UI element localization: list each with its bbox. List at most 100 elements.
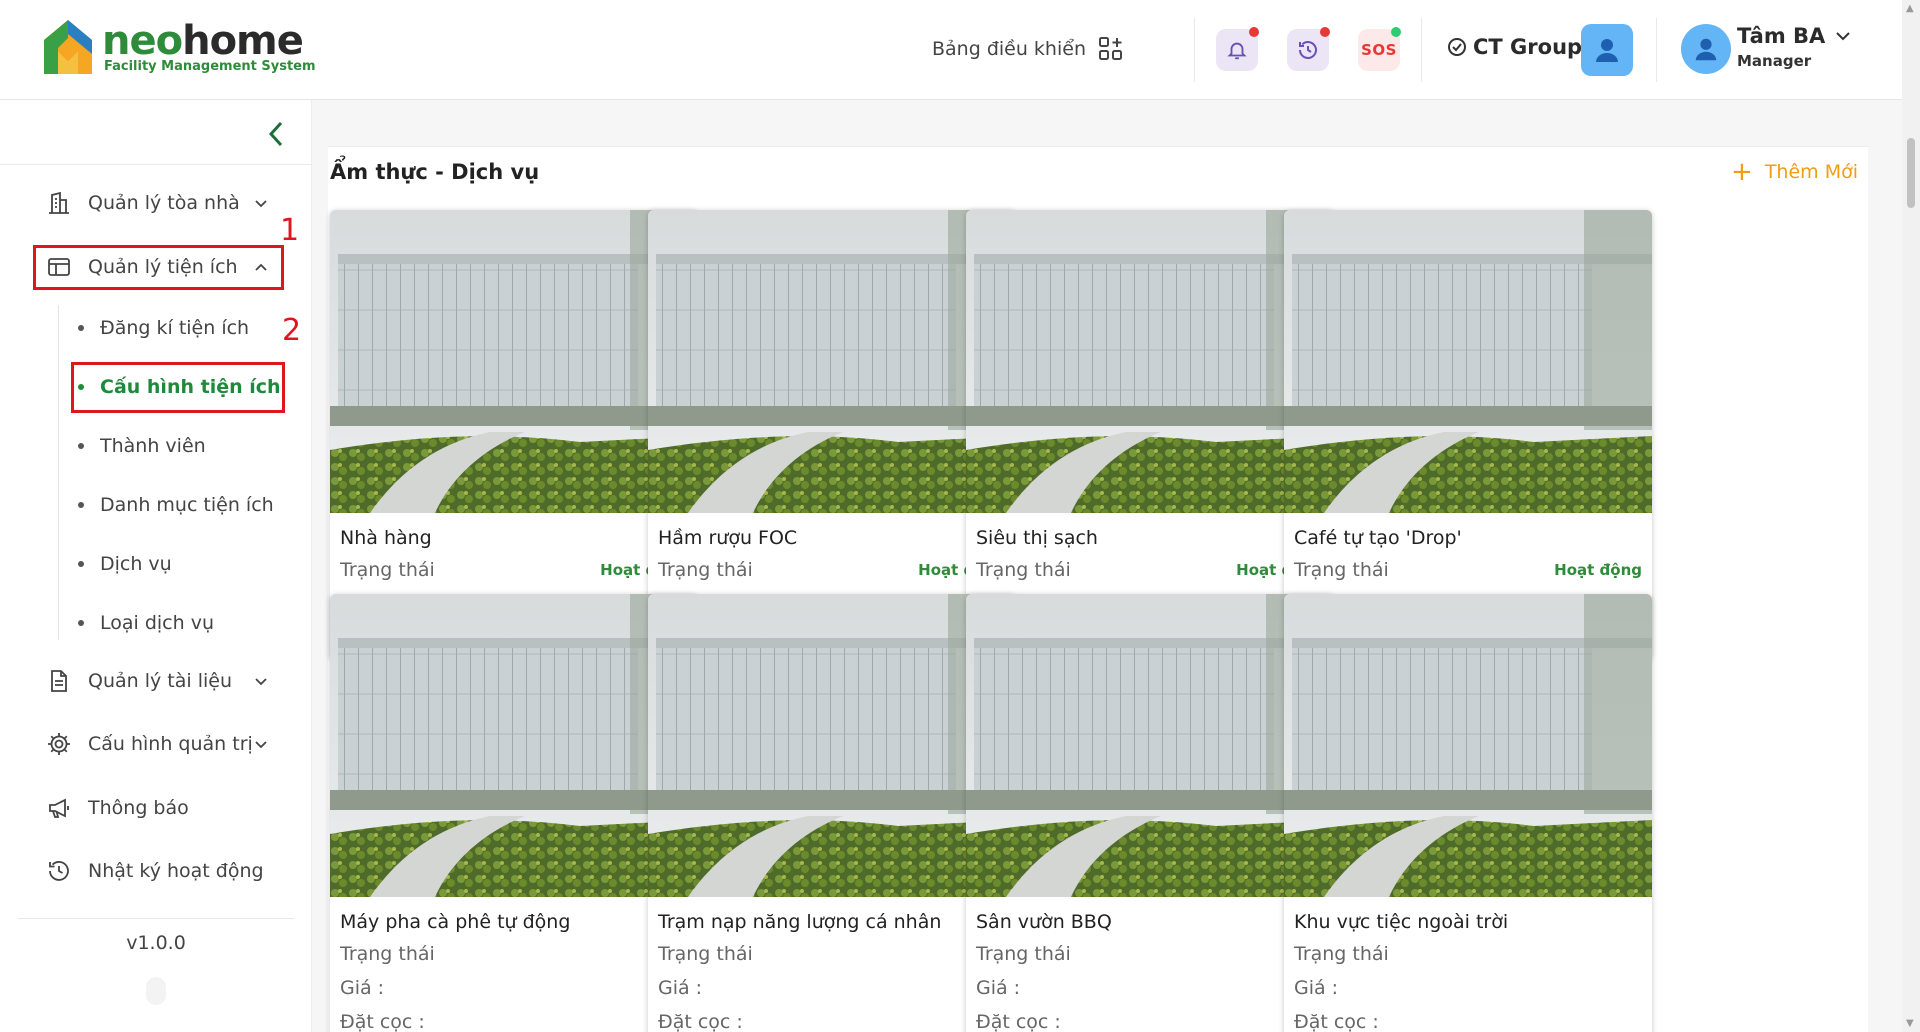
notification-button[interactable]	[1216, 27, 1259, 71]
price-row: Giá :	[340, 971, 688, 1005]
user-avatar[interactable]	[1681, 24, 1731, 74]
group-selector[interactable]: CT Group	[1447, 35, 1582, 59]
dashboard-label: Bảng điều khiển	[932, 38, 1086, 60]
user-icon	[1695, 38, 1717, 61]
utility-photo	[648, 594, 1016, 897]
annotation-number-1: 1	[280, 213, 300, 248]
status-label: Trạng thái	[658, 943, 753, 965]
utility-card[interactable]: Café tự tạo 'Drop' Trạng tháiHoạt động G…	[1284, 210, 1652, 660]
scroll-down-arrow-icon[interactable]: ▼	[1906, 1018, 1914, 1029]
submenu-item-utility-categories[interactable]: Danh mục tiện ích	[72, 485, 274, 525]
sos-dot	[1391, 27, 1401, 37]
annotation-box-1	[33, 245, 284, 290]
user-menu[interactable]: Tâm BA Manager	[1737, 24, 1851, 70]
price-label: Giá :	[340, 977, 385, 999]
sidebar-item-notifications[interactable]: Thông báo	[36, 784, 280, 832]
panel-header: Ẩm thực - Dịch vụ + Thêm Mới	[328, 146, 1868, 196]
logo-subtitle: Facility Management System	[104, 58, 316, 74]
check-circle-icon	[1448, 38, 1466, 56]
megaphone-icon	[49, 798, 69, 818]
glass-building-photo-icon	[648, 594, 1016, 897]
add-new-button[interactable]: + Thêm Mới	[1731, 159, 1858, 185]
glass-building-photo-icon	[966, 594, 1334, 897]
collapse-chevron-left-icon[interactable]	[268, 120, 284, 148]
price-label: Giá :	[658, 977, 703, 999]
utility-name: Máy pha cà phê tự động	[340, 911, 571, 933]
submenu-item-members[interactable]: Thành viên	[72, 426, 206, 466]
status-label: Trạng thái	[340, 943, 435, 965]
price-label: Giá :	[976, 977, 1021, 999]
utility-card[interactable]: Máy pha cà phê tự động Trạng thái Giá : …	[330, 594, 698, 1032]
document-icon	[51, 670, 67, 692]
utility-card[interactable]: Siêu thị sạch Trạng tháiHoạt động Giá :M…	[966, 210, 1334, 660]
logo[interactable]: neohome Facility Management System	[42, 18, 316, 76]
history-dot	[1320, 27, 1330, 37]
status-label: Trạng thái	[1294, 559, 1389, 581]
sos-button[interactable]: SOS	[1358, 27, 1401, 71]
glass-building-photo-icon	[330, 210, 698, 513]
logo-text: neohome Facility Management System	[102, 21, 316, 74]
house-logo-icon	[44, 20, 92, 74]
utility-photo	[966, 210, 1334, 513]
status-label: Trạng thái	[976, 943, 1071, 965]
utility-photo	[1284, 210, 1652, 513]
bullet	[78, 502, 84, 508]
sidebar-divider	[18, 918, 294, 919]
sidebar-item-building-management[interactable]: Quản lý tòa nhà	[36, 179, 280, 227]
glass-building-photo-icon	[648, 210, 1016, 513]
utility-photo	[648, 210, 1016, 513]
status-row: Trạng thái Hoạt động	[340, 553, 688, 587]
chevron-down-icon	[255, 740, 267, 748]
utility-card[interactable]: Hầm rượu FOC Trạng tháiHoạt động Giá :10…	[648, 210, 1016, 660]
utility-name: Nhà hàng	[340, 527, 432, 549]
deposit-row: Đặt cọc :	[1294, 1005, 1642, 1032]
glass-building-photo-icon	[1284, 594, 1652, 897]
utility-photo	[1284, 594, 1652, 897]
submenu-item-register-utility[interactable]: Đăng kí tiện ích	[72, 308, 249, 348]
sidebar-item-document-management[interactable]: Quản lý tài liệu	[36, 657, 280, 705]
scroll-up-arrow-icon[interactable]: ▲	[1906, 3, 1914, 14]
submenu-item-services[interactable]: Dịch vụ	[72, 544, 172, 584]
dashboard-link[interactable]: Bảng điều khiển	[932, 36, 1124, 62]
logo-wordmark: neohome	[102, 21, 316, 61]
status-row: Trạng thái Hoạt động	[1294, 553, 1642, 587]
utility-name: Trạm nạp năng lượng cá nhân	[658, 911, 942, 933]
vertical-scrollbar[interactable]: ▲ ▼	[1902, 0, 1920, 1032]
main-content: Ẩm thực - Dịch vụ + Thêm Mới Nhà hàng Tr…	[312, 100, 1902, 1032]
header-divider	[1656, 18, 1657, 82]
submenu-label: Loại dịch vụ	[100, 612, 214, 634]
utility-card[interactable]: Khu vực tiệc ngoài trời Trạng thái Giá :…	[1284, 594, 1652, 1032]
glass-building-photo-icon	[330, 594, 698, 897]
price-row: Giá :	[976, 971, 1324, 1005]
scrollbar-thumb[interactable]	[1907, 138, 1915, 208]
sidebar-item-label: Quản lý tòa nhà	[88, 192, 240, 214]
chevron-down-icon	[1836, 32, 1850, 41]
utility-name: Siêu thị sạch	[976, 527, 1098, 549]
sidebar-item-label: Thông báo	[88, 797, 189, 819]
utility-card[interactable]: Sân vườn BBQ Trạng thái Giá : Đặt cọc :	[966, 594, 1334, 1032]
status-label: Trạng thái	[976, 559, 1071, 581]
status-row: Trạng thái Hoạt động	[658, 553, 1006, 587]
history-button[interactable]	[1287, 27, 1330, 71]
utility-card[interactable]: Trạm nạp năng lượng cá nhân Trạng thái G…	[648, 594, 1016, 1032]
submenu-item-service-types[interactable]: Loại dịch vụ	[72, 603, 214, 643]
sidebar-item-activity-log[interactable]: Nhật ký hoạt động	[36, 847, 280, 895]
group-avatar[interactable]	[1581, 24, 1633, 76]
user-name-row: Tâm BA	[1737, 24, 1851, 48]
utility-photo	[330, 210, 698, 513]
status-row: Trạng thái	[976, 937, 1324, 971]
app: neohome Facility Management System Bảng …	[0, 0, 1920, 1032]
bullet	[78, 561, 84, 567]
bullet	[78, 620, 84, 626]
status-label: Trạng thái	[1294, 943, 1389, 965]
price-label: Giá :	[1294, 977, 1339, 999]
faded-placeholder	[146, 977, 166, 1005]
status-row: Trạng thái	[1294, 937, 1642, 971]
bell-icon	[1227, 42, 1247, 60]
bullet	[78, 325, 84, 331]
sidebar-item-admin-config[interactable]: Cấu hình quản trị	[36, 720, 280, 768]
submenu-label: Danh mục tiện ích	[100, 494, 274, 516]
user-icon	[1596, 39, 1618, 62]
utility-card[interactable]: Nhà hàng Trạng tháiHoạt động Giá :200 đ …	[330, 210, 698, 660]
sidebar: Quản lý tòa nhà Quản lý tiện ích 1 Đăng …	[0, 100, 312, 1032]
